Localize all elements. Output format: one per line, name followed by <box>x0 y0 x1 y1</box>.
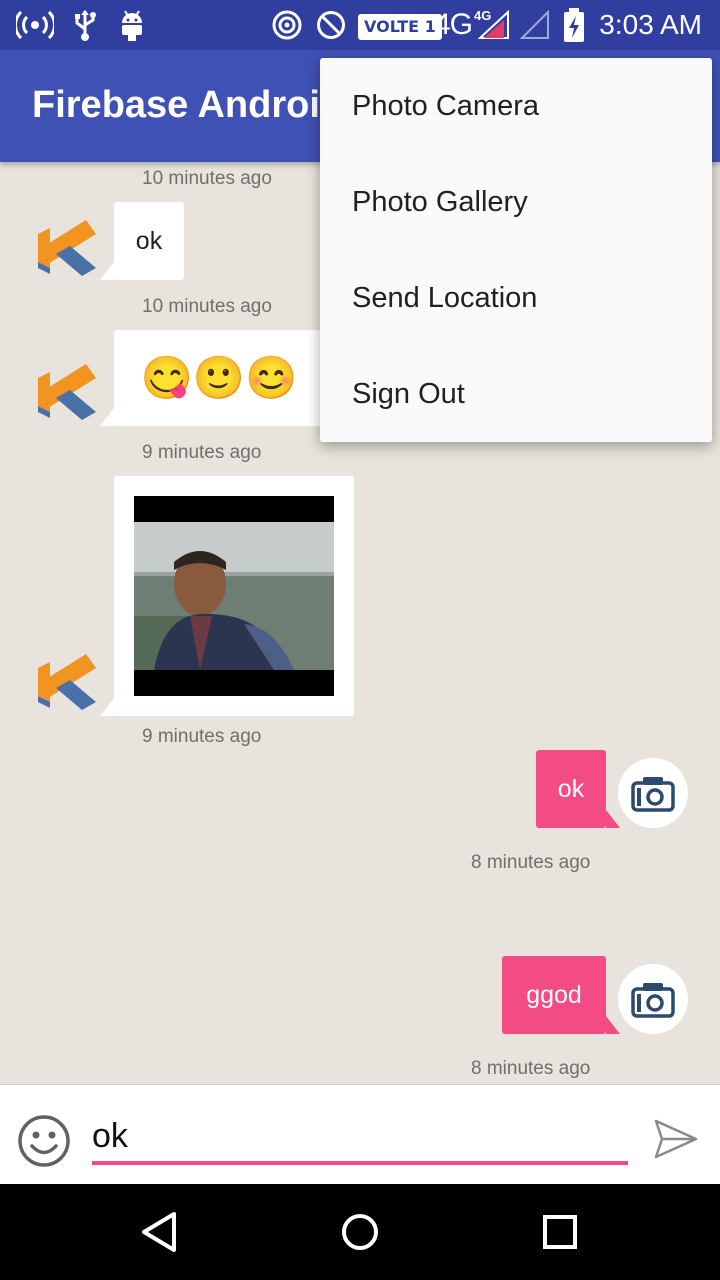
do-not-disturb-icon <box>316 0 346 50</box>
menu-item-photo-camera[interactable]: Photo Camera <box>320 58 712 154</box>
battery-charging-icon <box>562 0 586 50</box>
android-icon <box>118 0 146 50</box>
message-input-bar <box>0 1084 720 1184</box>
navigation-bar <box>0 1184 720 1280</box>
message-timestamp: 10 minutes ago <box>142 296 272 317</box>
hotspot-icon <box>16 0 54 50</box>
image-message-bubble[interactable] <box>100 476 354 716</box>
usb-icon <box>72 0 98 50</box>
wifi-calling-icon <box>272 0 302 50</box>
outgoing-message-bubble[interactable]: ok <box>536 750 620 828</box>
message-timestamp: 9 minutes ago <box>142 726 262 747</box>
camera-avatar-icon[interactable] <box>618 758 688 828</box>
home-icon[interactable] <box>336 1208 384 1256</box>
message-timestamp: 8 minutes ago <box>471 1058 591 1079</box>
user-avatar-icon[interactable] <box>30 646 100 716</box>
emoji-icon[interactable] <box>16 1113 72 1169</box>
message-input[interactable] <box>92 1111 628 1165</box>
status-bar: VOLTE 1 4G 4G 3:03 AM <box>0 0 720 50</box>
signal-icon <box>478 0 510 50</box>
signal-sim2-icon <box>520 0 550 50</box>
message-timestamp: 8 minutes ago <box>471 852 591 873</box>
camera-avatar-icon[interactable] <box>618 964 688 1034</box>
message-timestamp: 10 minutes ago <box>142 168 272 189</box>
message-bubble[interactable]: ok <box>100 202 184 280</box>
overflow-menu: Photo Camera Photo Gallery Send Location… <box>320 58 712 442</box>
menu-item-photo-gallery[interactable]: Photo Gallery <box>320 154 712 250</box>
back-icon[interactable] <box>136 1208 184 1256</box>
outgoing-message-bubble[interactable]: ggod <box>502 956 620 1034</box>
emoji-message-bubble[interactable]: 😋🙂😊 <box>100 330 324 426</box>
user-avatar-icon[interactable] <box>30 212 100 282</box>
menu-item-sign-out[interactable]: Sign Out <box>320 346 712 442</box>
photo-thumbnail[interactable] <box>134 496 334 696</box>
status-time: 3:03 AM <box>599 9 702 40</box>
send-icon[interactable] <box>652 1115 700 1163</box>
message-timestamp: 9 minutes ago <box>142 442 262 463</box>
recent-apps-icon[interactable] <box>536 1208 584 1256</box>
menu-item-send-location[interactable]: Send Location <box>320 250 712 346</box>
network-type: 4G <box>434 8 473 41</box>
user-avatar-icon[interactable] <box>30 356 100 426</box>
volte-badge: VOLTE 1 <box>358 14 442 40</box>
